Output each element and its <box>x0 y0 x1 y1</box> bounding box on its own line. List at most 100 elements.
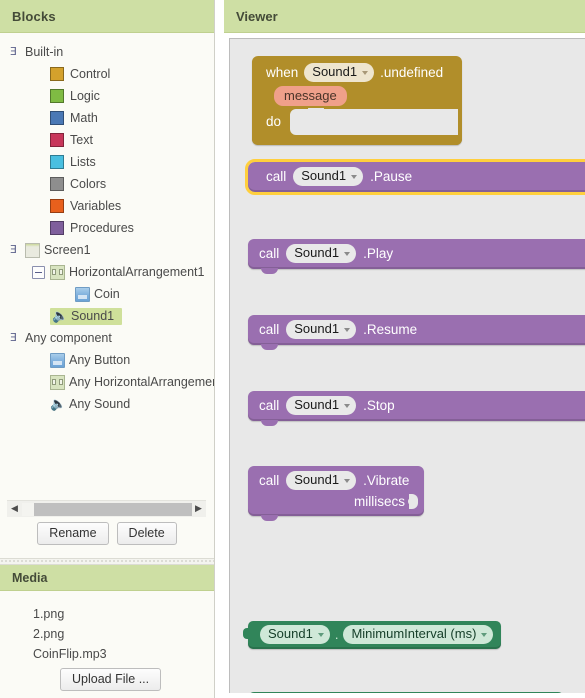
collapse-toggle-icon[interactable]: Ǝ <box>7 332 20 345</box>
sidebar-item-coin[interactable]: Coin <box>0 283 214 305</box>
component-dropdown[interactable]: Sound1 <box>286 320 357 339</box>
list-item[interactable]: CoinFlip.mp3 <box>0 644 214 664</box>
block-set-sound1-minimuminterval[interactable]: set Sound1 . MinimumInterval (ms) to <box>248 692 564 693</box>
sidebar-item-text[interactable]: Text <box>0 129 214 151</box>
screen-icon <box>25 242 40 258</box>
lists-color-swatch-icon <box>50 155 64 169</box>
sidebar-label-colors: Colors <box>70 177 107 191</box>
tree-label-any-component: Any component <box>25 331 112 345</box>
event-header-row: when Sound1 .undefined <box>252 56 462 84</box>
media-panel-title: Media <box>12 570 48 585</box>
component-dropdown[interactable]: Sound1 <box>286 244 357 263</box>
chevron-down-icon[interactable] <box>344 327 351 332</box>
collapse-toggle-icon[interactable]: Ǝ <box>7 244 20 257</box>
sidebar-label-any-horizontalarrangement: Any HorizontalArrangement1 <box>69 375 214 389</box>
media-file-list: 1.png 2.png CoinFlip.mp3 Upload File ... <box>0 591 214 698</box>
tree-node-any-component[interactable]: Ǝ Any component <box>0 327 214 349</box>
list-item[interactable]: 1.png <box>0 604 214 624</box>
sidebar-label-coin: Coin <box>94 287 120 301</box>
delete-button[interactable]: Delete <box>116 522 177 545</box>
viewer-panel-title: Viewer <box>236 8 278 24</box>
sidebar-item-colors[interactable]: Colors <box>0 173 214 195</box>
sidebar-label-lists: Lists <box>70 155 96 169</box>
component-dropdown[interactable]: Sound1 <box>286 471 357 490</box>
method-name-label: .Pause <box>370 169 413 184</box>
call-keyword: call <box>266 169 287 184</box>
chevron-down-icon[interactable] <box>317 632 324 637</box>
value-input-socket[interactable] <box>408 494 418 509</box>
component-dropdown[interactable]: Sound1 <box>293 167 364 186</box>
scroll-right-arrow-icon[interactable]: ▶ <box>191 502 206 517</box>
event-parameter-message[interactable]: message <box>274 86 347 106</box>
sidebar-item-procedures[interactable]: Procedures <box>0 217 214 239</box>
scrollbar-track[interactable] <box>22 502 192 516</box>
sidebar-item-lists[interactable]: Lists <box>0 151 214 173</box>
horizontal-arrangement-icon <box>50 264 65 280</box>
block-call-sound1-resume[interactable]: call Sound1 .Resume <box>248 315 585 350</box>
sidebar-item-any-button[interactable]: Any Button <box>0 349 214 371</box>
sidebar-item-control[interactable]: Control <box>0 63 214 85</box>
do-label: do <box>266 114 282 129</box>
variables-color-swatch-icon <box>50 199 64 213</box>
call-keyword: call <box>259 398 280 413</box>
blocks-canvas[interactable]: when Sound1 .undefined message do call S… <box>229 38 585 693</box>
sidebar-item-any-horizontalarrangement[interactable]: Any HorizontalArrangement1 <box>0 371 214 393</box>
component-dropdown[interactable]: Sound1 <box>286 396 357 415</box>
collapse-toggle-icon[interactable] <box>32 265 45 279</box>
button-icon <box>75 286 90 302</box>
rename-button[interactable]: Rename <box>37 522 109 545</box>
panel-divider <box>0 558 214 565</box>
math-color-swatch-icon <box>50 111 64 125</box>
tree-node-horizontalarrangement1[interactable]: HorizontalArrangement1 <box>0 261 214 283</box>
property-dropdown[interactable]: MinimumInterval (ms) <box>343 625 494 644</box>
sidebar-label-sound1: Sound1 <box>71 309 115 323</box>
sidebar-item-math[interactable]: Math <box>0 107 214 129</box>
block-call-sound1-stop[interactable]: call Sound1 .Stop <box>248 391 585 426</box>
call-keyword: call <box>259 322 280 337</box>
blocks-tree: Ǝ Built-in Control Logic Math Text Lists… <box>0 33 214 496</box>
separator-dot: . <box>334 627 339 642</box>
block-call-sound1-play[interactable]: call Sound1 .Play <box>248 239 585 274</box>
method-name-label: .Resume <box>363 322 418 337</box>
chevron-down-icon[interactable] <box>344 403 351 408</box>
sound-icon: 🔈 <box>50 396 67 412</box>
viewer-panel: Viewer when Sound1 .undefined message do <box>224 0 585 698</box>
component-dropdown-value: Sound1 <box>301 168 347 183</box>
do-statement-slot[interactable] <box>290 108 459 135</box>
chevron-down-icon[interactable] <box>362 70 369 75</box>
block-call-sound1-pause[interactable]: call Sound1 .Pause <box>245 159 585 195</box>
list-item[interactable]: 2.png <box>0 624 214 644</box>
scroll-left-arrow-icon[interactable]: ◀ <box>7 502 22 517</box>
chevron-down-icon[interactable] <box>344 478 351 483</box>
component-dropdown-value: Sound1 <box>294 472 340 487</box>
component-dropdown[interactable]: Sound1 <box>304 63 375 82</box>
upload-file-button[interactable]: Upload File ... <box>60 668 162 691</box>
scrollbar-thumb[interactable] <box>34 502 192 516</box>
chevron-down-icon[interactable] <box>481 632 488 637</box>
block-get-sound1-minimuminterval[interactable]: Sound1 . MinimumInterval (ms) <box>242 621 502 649</box>
media-panel-header: Media <box>0 565 214 591</box>
block-when-sound1-undefined[interactable]: when Sound1 .undefined message do <box>252 56 462 145</box>
chevron-down-icon[interactable] <box>351 174 358 179</box>
sidebar-item-sound1[interactable]: 🔈 Sound1 <box>0 305 214 327</box>
tree-node-builtin[interactable]: Ǝ Built-in <box>0 41 214 63</box>
chevron-down-icon[interactable] <box>344 251 351 256</box>
sidebar-item-logic[interactable]: Logic <box>0 85 214 107</box>
collapse-toggle-icon[interactable]: Ǝ <box>7 46 20 59</box>
block-call-sound1-vibrate[interactable]: call Sound1 .Vibrate millisecs <box>248 466 424 521</box>
argument-label-millisecs: millisecs <box>353 494 405 509</box>
procedures-color-swatch-icon <box>50 221 64 235</box>
tree-horizontal-scrollbar[interactable]: ◀ ▶ <box>7 500 206 517</box>
sidebar-label-math: Math <box>70 111 98 125</box>
sidebar-label-text: Text <box>70 133 93 147</box>
sidebar-item-sound1-highlight: 🔈 Sound1 <box>50 307 123 325</box>
tree-node-screen1[interactable]: Ǝ Screen1 <box>0 239 214 261</box>
component-dropdown-value: Sound1 <box>312 64 358 79</box>
sound-icon: 🔈 <box>52 308 69 324</box>
control-color-swatch-icon <box>50 67 64 81</box>
vibrate-header-row: call Sound1 .Vibrate <box>248 471 424 490</box>
sidebar-item-variables[interactable]: Variables <box>0 195 214 217</box>
component-dropdown-value: Sound1 <box>294 245 340 260</box>
component-dropdown[interactable]: Sound1 <box>260 625 330 644</box>
sidebar-item-any-sound[interactable]: 🔈 Any Sound <box>0 393 214 415</box>
